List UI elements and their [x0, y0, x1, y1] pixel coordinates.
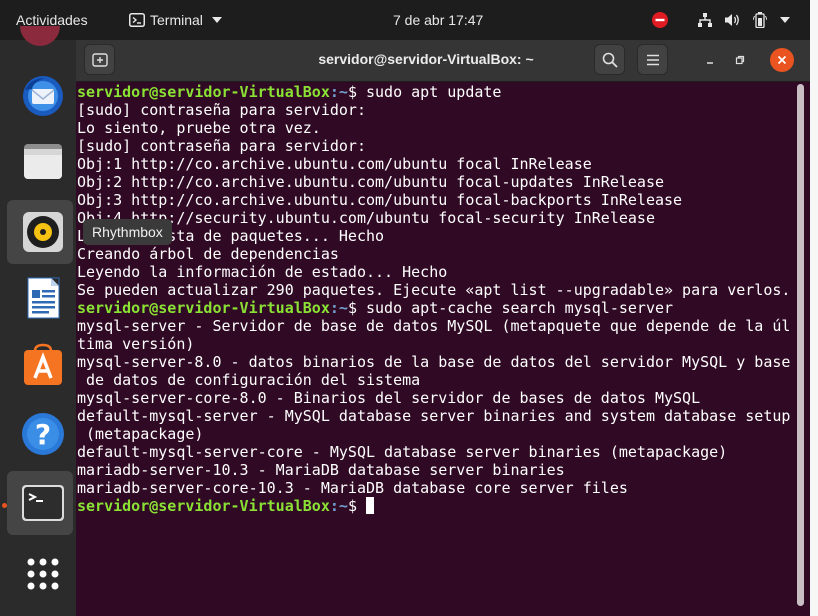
command-text: $ sudo apt update: [347, 83, 502, 101]
system-menu-chevron-icon[interactable]: [780, 17, 790, 23]
dock-item-ubuntu-software[interactable]: [7, 333, 73, 397]
terminal-app-icon: [129, 13, 145, 27]
dock-item-terminal[interactable]: [7, 471, 73, 535]
app-menu[interactable]: Terminal: [129, 0, 222, 40]
partial-dock-icon[interactable]: [20, 26, 60, 46]
output-line: Creando árbol de dependencias: [77, 245, 339, 263]
output-line: tima versión): [77, 335, 195, 353]
terminal-window: servidor@servidor-VirtualBox: ~ servidor…: [76, 40, 810, 616]
prompt-line: servidor@servidor-VirtualBox:~$: [77, 497, 796, 515]
battery-icon[interactable]: [753, 12, 767, 28]
output-line: Se pueden actualizar 290 paquetes. Ejecu…: [77, 281, 791, 299]
output-line: (metapackage): [77, 425, 204, 443]
output-line: mysql-server-8.0 - datos binarios de la …: [77, 353, 791, 371]
top-bar: Actividades Terminal 7 de abr 17:47: [0, 0, 818, 40]
close-button[interactable]: [770, 48, 794, 72]
prompt-line: servidor@servidor-VirtualBox:~$ sudo apt…: [77, 83, 796, 101]
command-text: $ sudo apt-cache search mysql-server: [347, 299, 674, 317]
output-line: mysql-server-core-8.0 - Binarios del ser…: [77, 389, 701, 407]
dock-item-rhythmbox[interactable]: [7, 200, 73, 264]
prompt-path: :~: [329, 83, 348, 101]
prompt-user: servidor@servidor-VirtualBox: [77, 299, 330, 317]
output-line: default-mysql-server-core - MySQL databa…: [77, 443, 728, 461]
menu-button[interactable]: [637, 44, 668, 75]
output-line: [sudo] contraseña para servidor:: [77, 137, 366, 155]
output-line: mariadb-server-10.3 - MariaDB database s…: [77, 461, 565, 479]
svg-text:?: ?: [35, 418, 51, 451]
new-tab-button[interactable]: [84, 44, 115, 75]
thunderbird-icon: [23, 76, 63, 116]
output-line: Obj:4 http://security.ubuntu.com/ubuntu …: [77, 209, 655, 227]
minimize-icon: [707, 62, 713, 64]
output-line: [sudo] contraseña para servidor:: [77, 101, 366, 119]
output-line: Obj:2 http://co.archive.ubuntu.com/ubunt…: [77, 173, 664, 191]
hamburger-menu-icon: [647, 54, 659, 66]
no-network-icon[interactable]: [652, 12, 668, 28]
prompt-user: servidor@servidor-VirtualBox: [77, 83, 330, 101]
clock[interactable]: 7 de abr 17:47: [393, 0, 483, 40]
minimize-button[interactable]: [698, 48, 722, 72]
output-line: Lo siento, pruebe otra vez.: [77, 119, 321, 137]
dock-item-files[interactable]: [7, 129, 73, 193]
chevron-down-icon: [211, 17, 222, 23]
restore-icon: [735, 55, 745, 65]
output-line: Obj:3 http://co.archive.ubuntu.com/ubunt…: [77, 191, 683, 209]
output-line: default-mysql-server - MySQL database se…: [77, 407, 791, 425]
output-line: mysql-server - Servidor de base de datos…: [77, 317, 791, 335]
close-icon: [777, 55, 787, 65]
scrollbar[interactable]: [797, 84, 804, 606]
libreoffice-writer-icon: [27, 277, 60, 319]
output-line: Leyendo lista de paquetes... Hecho: [77, 227, 385, 245]
dock-item-libreoffice-writer[interactable]: [7, 266, 73, 330]
app-menu-label: Terminal: [150, 12, 203, 28]
dock-item-help[interactable]: ?: [7, 402, 73, 466]
screen-edge: [810, 0, 818, 616]
dock-tooltip: Rhythmbox: [83, 219, 172, 245]
output-line: de datos de configuración del sistema: [77, 371, 421, 389]
show-applications-button[interactable]: [7, 542, 73, 606]
output-line: Leyendo la información de estado... Hech…: [77, 263, 448, 281]
ubuntu-software-icon: [24, 343, 62, 385]
prompt-path: :~: [329, 299, 348, 317]
prompt-user: servidor@servidor-VirtualBox: [77, 497, 330, 515]
network-wired-icon[interactable]: [697, 12, 713, 28]
maximize-button[interactable]: [728, 48, 752, 72]
prompt-line: servidor@servidor-VirtualBox:~$ sudo apt…: [77, 299, 796, 317]
search-icon: [602, 52, 618, 68]
text-cursor: [366, 497, 374, 514]
help-icon: ?: [22, 413, 64, 455]
prompt-path: :~: [329, 497, 348, 515]
running-indicator: [2, 503, 7, 508]
command-text: $: [347, 497, 366, 515]
window-title: servidor@servidor-VirtualBox: ~: [318, 51, 534, 67]
terminal-icon: [22, 485, 64, 521]
search-button[interactable]: [594, 44, 625, 75]
files-icon: [24, 144, 62, 179]
output-line: Obj:1 http://co.archive.ubuntu.com/ubunt…: [77, 155, 592, 173]
header-bar: servidor@servidor-VirtualBox: ~: [76, 40, 810, 82]
new-tab-icon: [92, 53, 108, 67]
terminal-output[interactable]: servidor@servidor-VirtualBox:~$ sudo apt…: [76, 82, 796, 616]
rhythmbox-icon: [23, 212, 63, 252]
dock: ?: [0, 26, 76, 616]
scrollbar-thumb[interactable]: [797, 84, 804, 606]
volume-icon[interactable]: [725, 13, 741, 27]
show-applications-icon: [27, 558, 59, 590]
dock-item-thunderbird[interactable]: [7, 64, 73, 128]
output-line: mariadb-server-core-10.3 - MariaDB datab…: [77, 479, 628, 497]
